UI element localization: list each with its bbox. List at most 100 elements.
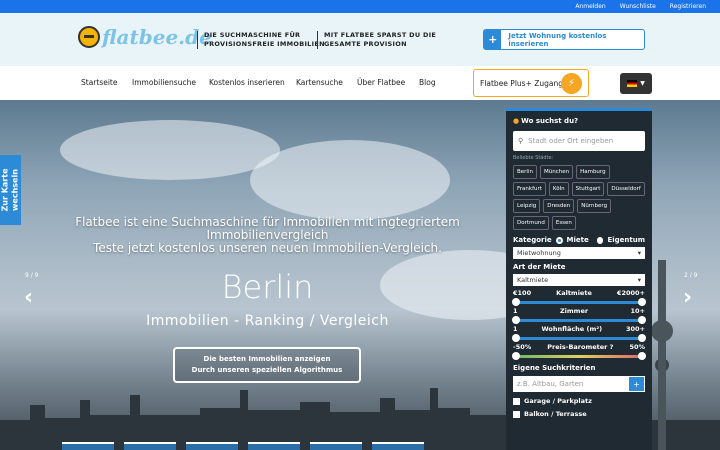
- slide-thumbnails: [62, 442, 424, 450]
- barometer-range-labels: -50% Preis-Barometer ? 50%: [513, 343, 645, 351]
- slogan-2: MIT FLATBEE SPARST DU DIE GESAMTE PROVIS…: [317, 31, 436, 49]
- rent-type-select[interactable]: Kaltmiete ▾: [513, 274, 645, 286]
- buy-radio[interactable]: [596, 236, 604, 244]
- city-chip[interactable]: Dortmund: [513, 216, 549, 230]
- chevron-down-icon: ▾: [637, 276, 641, 284]
- price-range-labels: €100 Kaltmiete €2000+: [513, 289, 645, 297]
- nav-kostenlos-inserieren[interactable]: Kostenlos inserieren: [209, 78, 285, 87]
- rent-label: Miete: [566, 236, 589, 244]
- chevron-down-icon: ▼: [640, 80, 645, 87]
- show-best-properties-button[interactable]: Die besten Immobilien anzeigen Durch unse…: [173, 347, 361, 383]
- slider-handle[interactable]: [638, 316, 646, 324]
- city-chip[interactable]: Frankfurt: [513, 182, 546, 196]
- city-chip[interactable]: Berlin: [513, 165, 537, 179]
- next-arrow-icon[interactable]: ›: [683, 285, 692, 310]
- thumbnail[interactable]: [62, 442, 114, 450]
- prev-arrow-icon[interactable]: ‹: [24, 285, 33, 310]
- slider-handle[interactable]: [638, 298, 646, 306]
- search-panel: ● Wo suchst du? ⚲ Stadt oder Ort eingeben…: [506, 108, 652, 450]
- slogan-2-line-1: MIT FLATBEE SPARST DU DIE: [324, 31, 437, 39]
- barometer-label: Preis-Barometer: [547, 343, 608, 351]
- thumbnail[interactable]: [310, 442, 362, 450]
- search-icon: ⚲: [518, 137, 524, 145]
- buy-label: Eigentum: [607, 236, 645, 244]
- rooms-range-labels: 1 Zimmer 10+: [513, 307, 645, 315]
- slide-counter-left: 9 / 9: [25, 272, 39, 279]
- hero-button-line-1: Die besten Immobilien anzeigen: [203, 355, 331, 363]
- slider-handle[interactable]: [512, 298, 520, 306]
- language-selector[interactable]: ▼: [620, 73, 652, 94]
- flatbee-plus-label: Flatbee Plus+ Zugang: [480, 78, 564, 88]
- city-chip[interactable]: München: [539, 165, 574, 179]
- category-label: Kategorie: [513, 236, 552, 244]
- register-link[interactable]: Registrieren: [670, 3, 706, 10]
- nav-ueber-flatbee[interactable]: Über Flatbee: [357, 78, 405, 87]
- logo[interactable]: flatbee.de: [78, 25, 212, 49]
- price-barometer-slider[interactable]: [512, 352, 646, 360]
- cloud: [250, 140, 450, 220]
- area-label: Wohnfläche (m²): [541, 325, 603, 333]
- own-criteria-input[interactable]: z.B. Altbau, Garten +: [513, 376, 645, 392]
- city-chip[interactable]: Essen: [551, 216, 576, 230]
- category-row: Kategorie Miete Eigentum: [513, 236, 645, 244]
- slider-handle[interactable]: [512, 316, 520, 324]
- help-icon[interactable]: ?: [610, 343, 614, 351]
- garage-checkbox[interactable]: [513, 397, 520, 405]
- nav-immobiliensuche[interactable]: Immobiliensuche: [132, 78, 196, 87]
- hero-city: Berlin: [221, 268, 314, 306]
- city-chip[interactable]: Dresden: [543, 199, 575, 213]
- slogan-1: DIE SUCHMASCHINE FÜR PROVISIONSFREIE IMM…: [197, 31, 325, 49]
- city-chip[interactable]: Köln: [548, 182, 569, 196]
- price-min: €100: [513, 289, 532, 297]
- flatbee-plus-button[interactable]: Flatbee Plus+ Zugang ⚡: [473, 69, 589, 97]
- barometer-label-wrap: Preis-Barometer ?: [547, 343, 613, 351]
- thumbnail[interactable]: [186, 442, 238, 450]
- plus-icon: +: [484, 30, 502, 49]
- property-type-select[interactable]: Mietwohnung ▾: [513, 247, 645, 259]
- garage-checkbox-row[interactable]: Garage / Parkplatz: [513, 397, 645, 405]
- slider-handle[interactable]: [638, 352, 646, 360]
- nav-blog[interactable]: Blog: [419, 78, 436, 87]
- price-slider[interactable]: [512, 298, 646, 306]
- hero-button-line-2: Durch unseren speziellen Algorithmus: [191, 366, 343, 374]
- login-link[interactable]: Anmelden: [575, 3, 605, 10]
- own-criteria-placeholder: z.B. Altbau, Garten: [517, 380, 584, 388]
- popular-cities-label: Beliebte Städte:: [513, 155, 554, 161]
- city-search-input[interactable]: ⚲ Stadt oder Ort eingeben: [513, 131, 645, 151]
- list-apartment-label: Jetzt Wohnung kostenlos inserieren: [508, 31, 607, 48]
- balcony-checkbox-row[interactable]: Balkon / Terrasse: [513, 410, 645, 418]
- thumbnail[interactable]: [248, 442, 300, 450]
- rooms-max: 10+: [630, 307, 645, 315]
- nav-startseite[interactable]: Startseite: [81, 78, 117, 87]
- area-slider[interactable]: [512, 334, 646, 342]
- price-label: Kaltmiete: [556, 289, 592, 297]
- nav-kartensuche[interactable]: Kartensuche: [296, 78, 343, 87]
- slider-handle[interactable]: [512, 352, 520, 360]
- site-header: flatbee.de DIE SUCHMASCHINE FÜR PROVISIO…: [0, 13, 720, 66]
- rent-radio[interactable]: [555, 236, 563, 244]
- chevron-down-icon: ▾: [637, 249, 641, 257]
- switch-to-map-tab[interactable]: Zur Karte wechseln: [0, 155, 21, 225]
- city-chip[interactable]: Stuttgart: [571, 182, 605, 196]
- area-min: 1: [513, 325, 518, 333]
- area-max: 300+: [625, 325, 645, 333]
- add-criteria-button[interactable]: +: [629, 377, 644, 391]
- city-chip[interactable]: Düsseldorf: [607, 182, 645, 196]
- hero-intro: Flatbee ist eine Suchmaschine für Immobi…: [60, 216, 475, 255]
- rooms-slider[interactable]: [512, 316, 646, 324]
- slider-handle[interactable]: [638, 334, 646, 342]
- wishlist-link[interactable]: Wunschliste: [620, 3, 656, 10]
- city-chip[interactable]: Hamburg: [576, 165, 610, 179]
- balcony-checkbox[interactable]: [513, 410, 520, 418]
- city-chip[interactable]: Nürnberg: [577, 199, 612, 213]
- thumbnail[interactable]: [372, 442, 424, 450]
- list-apartment-button[interactable]: + Jetzt Wohnung kostenlos inserieren: [483, 29, 645, 50]
- price-max: €2000+: [616, 289, 645, 297]
- tv-tower: [658, 260, 666, 450]
- city-chip[interactable]: Leipzig: [513, 199, 541, 213]
- rooms-min: 1: [513, 307, 518, 315]
- slider-handle[interactable]: [512, 334, 520, 342]
- slide-counter-right: 2 / 9: [684, 272, 698, 279]
- thumbnail[interactable]: [124, 442, 176, 450]
- hero-subtitle: Immobilien - Ranking / Vergleich: [146, 313, 389, 329]
